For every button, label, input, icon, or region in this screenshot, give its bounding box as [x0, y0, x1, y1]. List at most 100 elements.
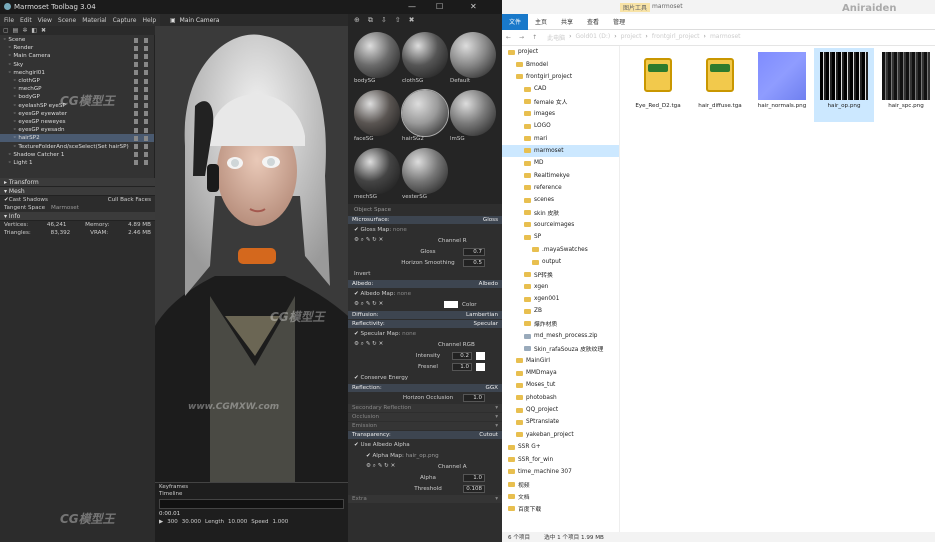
tree-item[interactable]: female 女人: [502, 95, 619, 107]
tree-item[interactable]: .mayaSwatches: [502, 244, 619, 256]
scene-item[interactable]: ◦ mechgirl01: [0, 69, 154, 77]
tree-item[interactable]: SSR G+: [502, 441, 619, 453]
occlusion-section[interactable]: Occlusion ▾: [348, 413, 502, 421]
tree-item[interactable]: photobash: [502, 392, 619, 404]
tree-item[interactable]: project: [502, 46, 619, 58]
cast-shadows-checkbox[interactable]: ✔Cast Shadows: [4, 197, 48, 203]
tangent-space-select[interactable]: Marmoset: [51, 205, 79, 211]
menu-item-capture[interactable]: Capture: [113, 17, 137, 24]
ribbon-tab[interactable]: 主页: [528, 14, 554, 30]
alpha-field[interactable]: 1.0: [463, 473, 485, 482]
visibility-icon[interactable]: [134, 62, 148, 68]
tree-item[interactable]: MMDmaya: [502, 367, 619, 379]
menu-item-view[interactable]: View: [38, 17, 52, 24]
tree-item[interactable]: frontgirl_project: [502, 71, 619, 83]
tree-item[interactable]: SP: [502, 231, 619, 243]
up-icon[interactable]: ↑: [528, 34, 541, 41]
scene-item[interactable]: ◦ eyesGP neweyes: [0, 118, 154, 126]
tree-item[interactable]: md_mesh_process.zip: [502, 330, 619, 342]
tree-item[interactable]: Skin_rafaSouza 皮肤纹理: [502, 342, 619, 354]
tree-item[interactable]: LOGO: [502, 120, 619, 132]
group-icon[interactable]: ▤: [13, 27, 19, 34]
tree-item[interactable]: Moses_tut: [502, 379, 619, 391]
scene-item[interactable]: ◦ TextureFolderAnd/sceSelect(Set hairSP): [0, 142, 154, 150]
tree-item[interactable]: ZB: [502, 305, 619, 317]
intensity-swatch[interactable]: [476, 351, 485, 360]
camera-select[interactable]: Main Camera: [180, 17, 220, 24]
tree-item[interactable]: images: [502, 108, 619, 120]
material-ball[interactable]: [450, 90, 496, 136]
tree-item[interactable]: scenes: [502, 194, 619, 206]
menu-item-material[interactable]: Material: [82, 17, 106, 24]
conserve-energy-checkbox[interactable]: ✔ Conserve Energy: [348, 372, 502, 383]
specular-tools-icon[interactable]: ⚙ ⌕ ✎ ↻ ✕: [354, 341, 383, 348]
back-icon[interactable]: ←: [502, 34, 515, 41]
ribbon-tab[interactable]: 查看: [580, 14, 606, 30]
ribbon-tab[interactable]: 管理: [606, 14, 632, 30]
tree-item[interactable]: output: [502, 256, 619, 268]
scene-item[interactable]: ◦ eyesGP eyesadn: [0, 126, 154, 134]
transform-section[interactable]: ▸ Transform: [0, 178, 155, 187]
3d-viewport[interactable]: [155, 26, 348, 542]
material-ball[interactable]: [354, 148, 400, 194]
tree-item[interactable]: 爆炸材质: [502, 318, 619, 330]
camera-icon[interactable]: ▣: [170, 17, 176, 24]
forward-icon[interactable]: →: [515, 34, 528, 41]
tree-item[interactable]: xgen001: [502, 293, 619, 305]
diffusion-section[interactable]: Diffusion: Lambertian: [348, 311, 502, 319]
visibility-icon[interactable]: [134, 37, 148, 43]
visibility-icon[interactable]: [134, 135, 148, 141]
cull-back-faces-checkbox[interactable]: Cull Back Faces: [108, 197, 151, 203]
tree-item[interactable]: marmoset: [502, 144, 619, 158]
tree-item[interactable]: SSR_for_win: [502, 453, 619, 465]
material-ball[interactable]: [401, 89, 449, 137]
fps-field[interactable]: 30.000: [182, 519, 201, 525]
breadcrumb-item[interactable]: 此电脑: [547, 33, 565, 42]
scene-item[interactable]: ◦ Main Camera: [0, 52, 154, 60]
breadcrumb-item[interactable]: frontgirl_project: [652, 33, 700, 42]
breadcrumb-item[interactable]: marmoset: [710, 33, 741, 42]
menu-item-scene[interactable]: Scene: [58, 17, 76, 24]
export-icon[interactable]: ⇧: [395, 16, 401, 24]
visibility-icon[interactable]: [134, 53, 148, 59]
visibility-icon[interactable]: [134, 119, 148, 125]
secondary-reflection-section[interactable]: Secondary Reflection ▾: [348, 404, 502, 412]
visibility-icon[interactable]: [134, 78, 148, 84]
duplicate-icon[interactable]: ⧉: [368, 16, 373, 25]
fresnel-swatch[interactable]: [476, 362, 485, 371]
scene-item[interactable]: ◦ Render: [0, 44, 154, 52]
fresnel-field[interactable]: 1.0: [452, 362, 472, 371]
invert-checkbox[interactable]: Invert: [348, 268, 502, 279]
add-icon[interactable]: ▢: [3, 27, 9, 34]
delete-icon[interactable]: ✖: [41, 27, 46, 34]
tree-item[interactable]: xgen: [502, 281, 619, 293]
visibility-icon[interactable]: [134, 103, 148, 109]
speed-field[interactable]: 1.000: [272, 519, 288, 525]
extra-section[interactable]: Extra ▾: [348, 495, 502, 503]
play-icon[interactable]: ▶: [159, 519, 163, 525]
ribbon-tab[interactable]: 共享: [554, 14, 580, 30]
new-material-icon[interactable]: ⊕: [354, 16, 360, 24]
tree-item[interactable]: Realtimekye: [502, 169, 619, 181]
material-ball[interactable]: [354, 32, 400, 78]
visibility-icon[interactable]: [134, 111, 148, 117]
tree-item[interactable]: CAD: [502, 83, 619, 95]
map-tools-icon[interactable]: ⚙ ⌕ ✎ ↻ ✕: [354, 237, 383, 244]
alpha-tools-icon[interactable]: ⚙ ⌕ ✎ ↻ ✕: [354, 463, 395, 470]
light-icon[interactable]: ✲: [22, 27, 27, 34]
threshold-field[interactable]: 0.108: [463, 484, 485, 493]
visibility-icon[interactable]: [134, 94, 148, 100]
scene-item[interactable]: ◦ Sky: [0, 61, 154, 69]
visibility-icon[interactable]: [134, 160, 148, 166]
color-swatch[interactable]: [444, 301, 458, 308]
tree-item[interactable]: sourceimages: [502, 219, 619, 231]
menu-item-edit[interactable]: Edit: [20, 17, 32, 24]
material-ball[interactable]: [354, 90, 400, 136]
mesh-section[interactable]: ▾ Mesh: [0, 187, 155, 196]
visibility-icon[interactable]: [134, 127, 148, 133]
microsurface-section[interactable]: Microsurface: Gloss: [348, 216, 502, 224]
menu-item-file[interactable]: File: [4, 17, 14, 24]
import-icon[interactable]: ⇩: [381, 16, 387, 24]
minimize-icon[interactable]: —: [408, 2, 416, 11]
ribbon-tab[interactable]: 文件: [502, 13, 529, 30]
